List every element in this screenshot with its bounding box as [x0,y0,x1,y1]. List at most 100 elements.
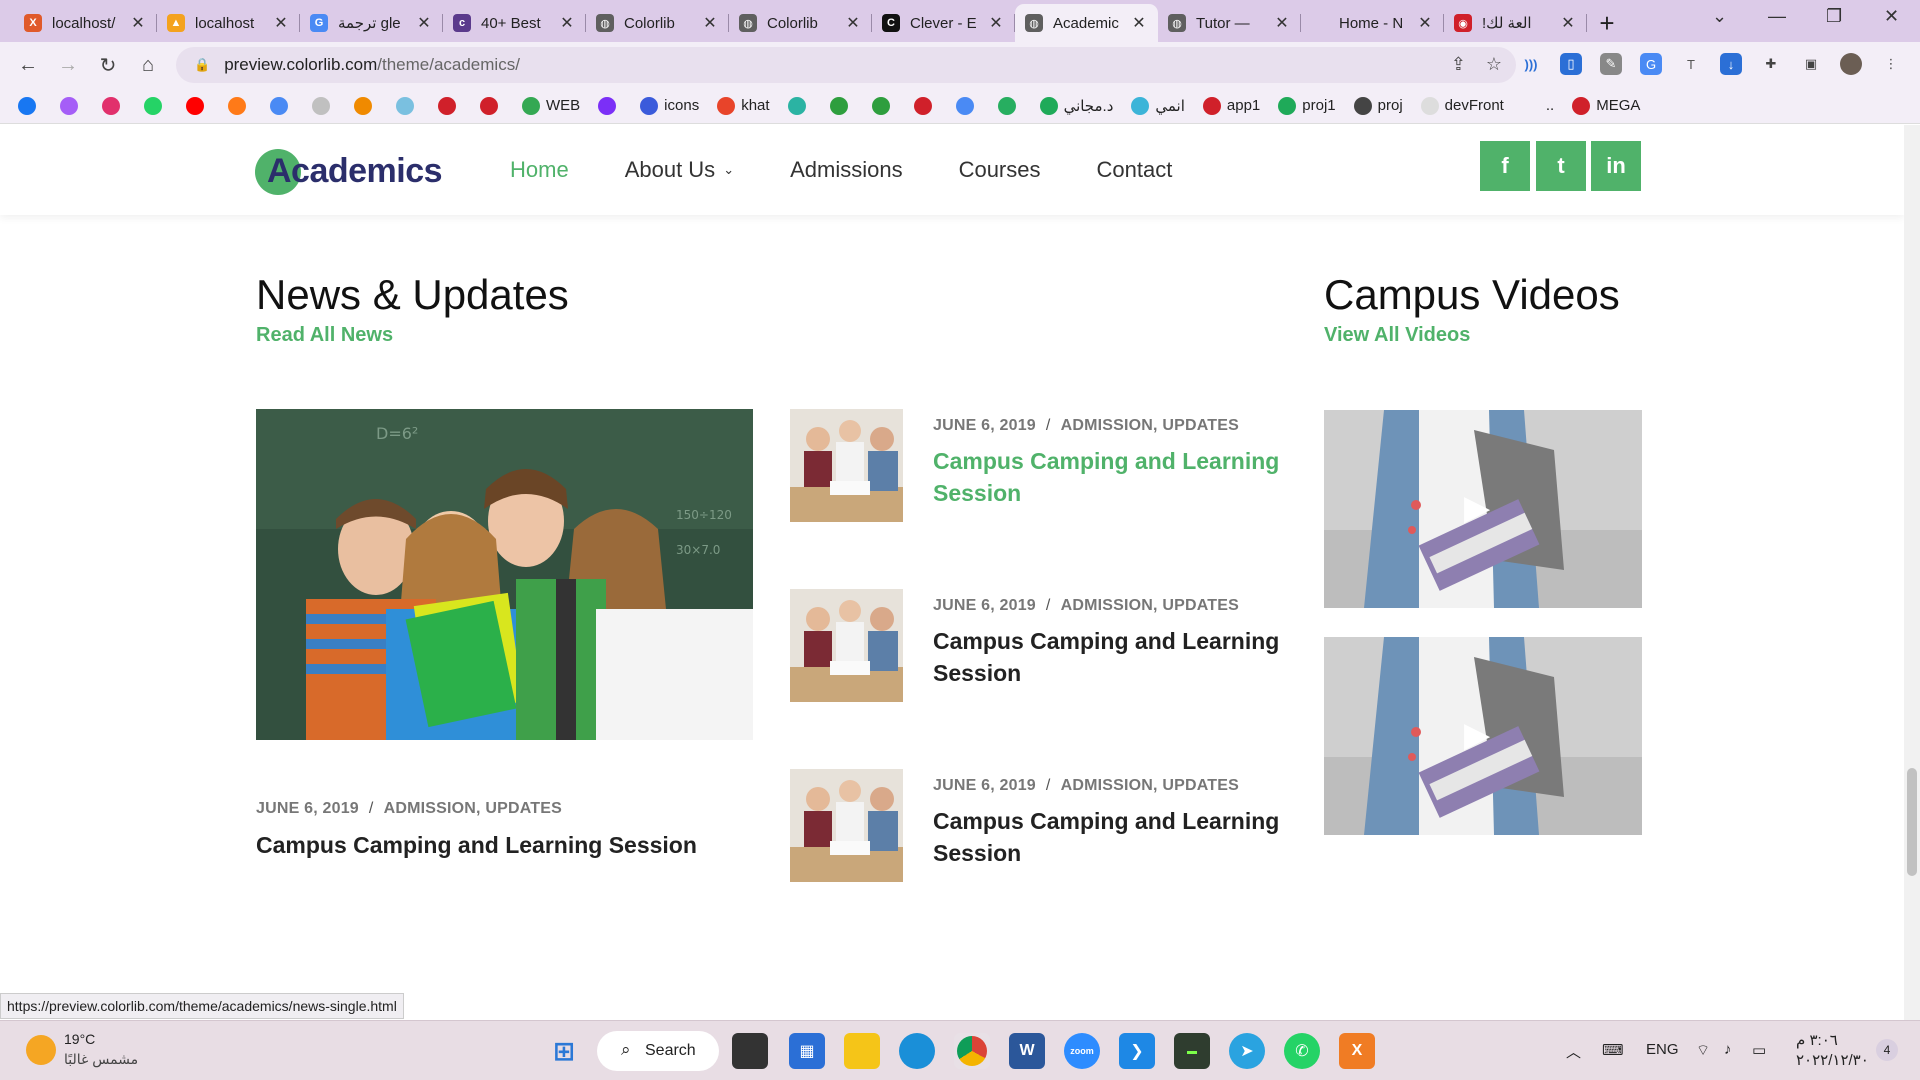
tab-close-icon[interactable]: ✕ [1559,13,1577,33]
browser-tab[interactable]: ◍ Colorlib ✕ [586,4,729,42]
scrollbar-thumb[interactable] [1907,768,1917,876]
tab-close-icon[interactable]: ✕ [129,13,147,33]
zoom-icon[interactable]: zoom [1064,1033,1100,1069]
nav-item-contact[interactable]: Contact [1097,157,1173,183]
tab-close-icon[interactable]: ✕ [415,13,433,33]
browser-tab[interactable]: ◍ Tutor — ✕ [1158,4,1301,42]
tab-close-icon[interactable]: ✕ [1130,13,1148,33]
xampp-icon[interactable]: X [1339,1033,1375,1069]
maximize-button[interactable]: ❐ [1826,6,1842,27]
news-title[interactable]: Campus Camping and Learning Session [933,445,1279,509]
bookmark-item[interactable] [787,96,812,115]
tab-close-icon[interactable]: ✕ [987,13,1005,33]
wifi-icon[interactable]: ⌔ [1696,1041,1710,1060]
task-view-icon[interactable] [732,1033,768,1069]
tab-search-icon[interactable]: ⌄ [1712,6,1727,27]
tab-close-icon[interactable]: ✕ [844,13,862,33]
bookmark-item[interactable]: انمي [1131,96,1185,115]
extension-icon-5[interactable]: T [1680,53,1702,75]
bookmark-item[interactable] [396,96,420,115]
clock-time[interactable]: ٣:٠٦ م [1796,1031,1838,1049]
bookmark-item[interactable] [186,96,210,115]
bookmark-star-icon[interactable]: ☆ [1486,54,1502,75]
bookmark-item[interactable] [18,96,42,115]
extension-icon-4[interactable]: G [1640,53,1662,75]
featured-news-image[interactable]: D=6² 150÷120 30×7.0 [256,409,753,740]
extension-icon-2[interactable]: ▯ [1560,53,1582,75]
minimize-button[interactable]: — [1768,6,1786,27]
news-thumbnail[interactable] [790,769,903,882]
bookmark-item[interactable] [955,96,980,115]
menu-kebab-icon[interactable]: ⋮ [1880,53,1902,75]
side-panel-icon[interactable]: ▣ [1800,53,1822,75]
store-icon[interactable]: ▦ [789,1033,825,1069]
nav-item-courses[interactable]: Courses [959,157,1041,183]
linkedin-icon[interactable]: in [1591,141,1641,191]
home-icon[interactable]: ⌂ [128,54,168,77]
bookmark-item[interactable]: WEB [522,96,580,115]
close-window-button[interactable]: ✕ [1884,6,1899,27]
bookmark-item[interactable]: app1 [1202,96,1260,115]
tab-close-icon[interactable]: ✕ [1273,13,1291,33]
tab-close-icon[interactable]: ✕ [1416,13,1434,33]
bookmark-item[interactable] [598,96,622,115]
bookmark-item[interactable]: icons [640,96,699,115]
keyboard-icon[interactable]: ⌨ [1602,1041,1624,1059]
bookmark-item[interactable]: .. [1521,96,1554,115]
read-all-news-link[interactable]: Read All News [256,324,393,347]
browser-tab[interactable]: Home - N ✕ [1301,4,1444,42]
weather-icon[interactable] [26,1035,56,1065]
extension-icon-1[interactable]: ))) [1520,53,1542,75]
site-logo[interactable]: Academics [255,147,443,195]
news-thumbnail[interactable] [790,409,903,522]
download-icon[interactable]: ↓ [1720,53,1742,75]
bookmark-item[interactable] [438,96,462,115]
browser-tab[interactable]: C Clever - E ✕ [872,4,1015,42]
clock-date[interactable]: ٢٠٢٢/١٢/٣٠ [1796,1051,1869,1069]
browser-tab[interactable]: c 40+ Best ✕ [443,4,586,42]
bookmark-item[interactable] [354,96,378,115]
tab-close-icon[interactable]: ✕ [558,13,576,33]
bookmark-item[interactable]: MEGA [1572,96,1640,115]
news-title[interactable]: Campus Camping and Learning Session [933,625,1279,689]
bookmark-item[interactable] [102,96,126,115]
page-scrollbar[interactable] [1904,125,1920,1020]
browser-tab[interactable]: ◍ Colorlib ✕ [729,4,872,42]
twitter-icon[interactable]: t [1536,141,1586,191]
taskbar-search[interactable]: ⌕ Search [597,1031,719,1071]
bookmark-item[interactable] [997,96,1022,115]
extension-icon-3[interactable]: ✎ [1600,53,1622,75]
app-icon[interactable]: ▬ [1174,1033,1210,1069]
bookmark-item[interactable] [60,96,84,115]
new-tab-button[interactable]: + [1587,4,1627,42]
play-icon[interactable]: ▶ [1464,715,1490,755]
telegram-icon[interactable]: ➤ [1229,1033,1265,1069]
news-categories[interactable]: ADMISSION, UPDATES [1061,597,1239,614]
video-card[interactable]: ▶ [1324,410,1642,608]
volume-icon[interactable]: ♪ [1724,1041,1732,1058]
browser-tab[interactable]: ◉ !العة لك ✕ [1444,4,1587,42]
chrome-icon[interactable] [954,1033,990,1069]
news-title[interactable]: Campus Camping and Learning Session [933,805,1279,869]
language-indicator[interactable]: ENG [1646,1041,1679,1058]
bookmark-item[interactable] [312,96,336,115]
bookmark-item[interactable]: د.مجاني [1039,96,1113,115]
tab-close-icon[interactable]: ✕ [272,13,290,33]
bookmark-item[interactable] [871,96,896,115]
extensions-puzzle-icon[interactable]: ✚ [1760,53,1782,75]
play-icon[interactable]: ▶ [1464,488,1490,528]
news-categories[interactable]: ADMISSION, UPDATES [384,800,562,817]
browser-tab[interactable]: ◍ Academic ✕ [1015,4,1158,42]
back-icon[interactable]: ← [8,54,48,77]
share-icon[interactable]: ⇪ [1451,54,1466,75]
bookmark-item[interactable]: proj [1353,96,1403,115]
bookmark-item[interactable] [913,96,938,115]
battery-icon[interactable]: ▭ [1752,1041,1766,1059]
bookmark-item[interactable] [144,96,168,115]
news-categories[interactable]: ADMISSION, UPDATES [1061,777,1239,794]
bookmark-item[interactable]: khat [717,96,770,115]
nav-item-about-us[interactable]: About Us ⌄ [625,157,734,183]
featured-news-title[interactable]: Campus Camping and Learning Session [256,829,697,861]
word-icon[interactable]: W [1009,1033,1045,1069]
browser-tab[interactable]: Xlocalhost/ ✕ [14,4,157,42]
